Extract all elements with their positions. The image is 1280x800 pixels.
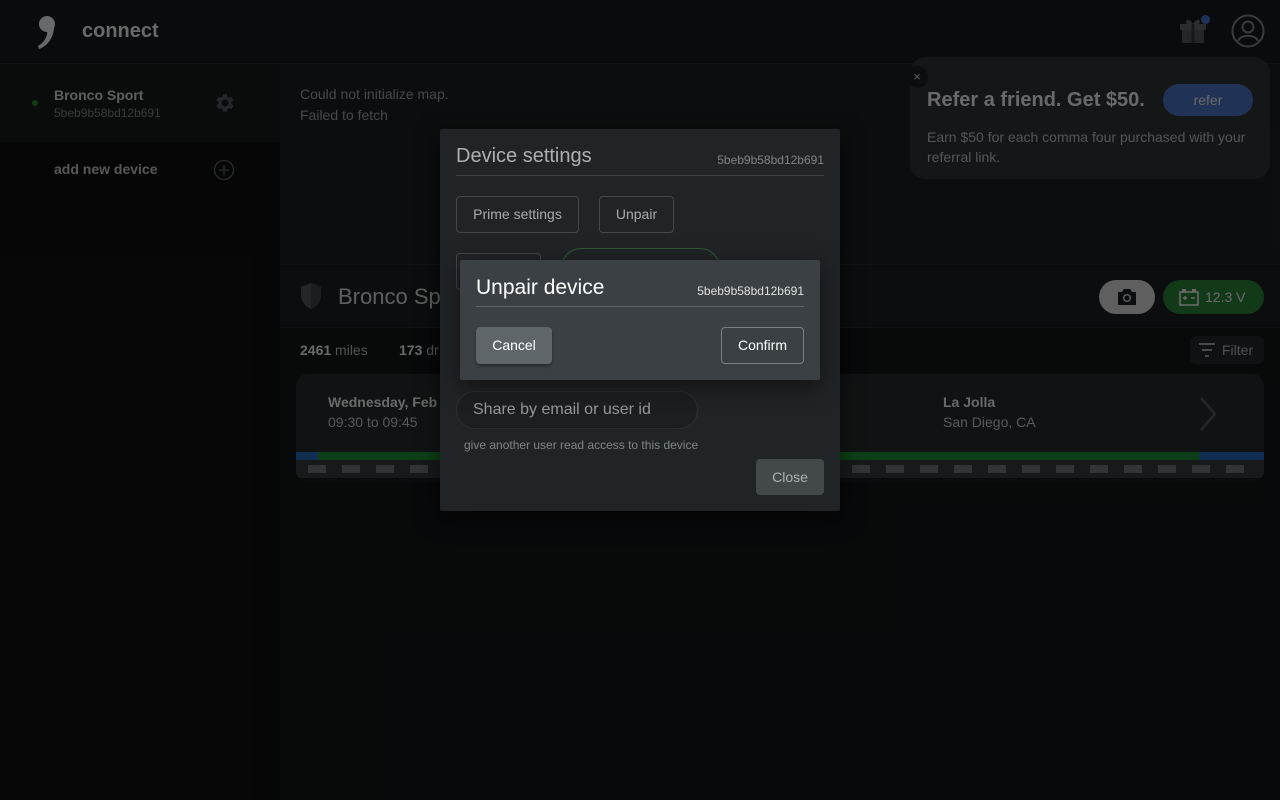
divider [476, 306, 804, 307]
secondary-backdrop[interactable] [0, 0, 1280, 800]
dialog-dongle-id: 5beb9b58bd12b691 [697, 284, 804, 298]
confirm-button[interactable]: Confirm [721, 327, 804, 364]
cancel-button[interactable]: Cancel [476, 327, 552, 364]
unpair-device-dialog: Unpair device 5beb9b58bd12b691 Cancel Co… [460, 260, 820, 380]
dialog-title: Unpair device [476, 276, 605, 299]
